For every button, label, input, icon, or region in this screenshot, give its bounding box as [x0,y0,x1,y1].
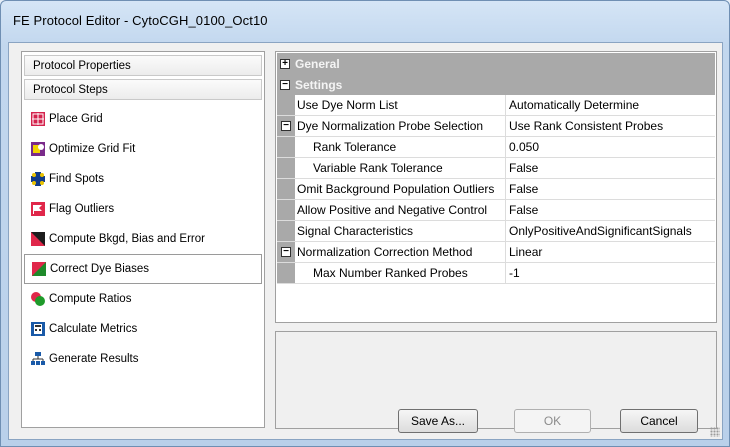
property-value[interactable]: Automatically Determine [506,95,715,115]
property-row[interactable]: Allow Positive and Negative Control Fals… [277,200,715,221]
protocol-editor-window: FE Protocol Editor - CytoCGH_0100_Oct10 … [0,0,730,447]
resize-grip-icon[interactable] [710,427,720,437]
row-gutter [277,95,295,115]
dialog-client-area: Protocol Properties Protocol Steps Place… [8,42,723,440]
property-value[interactable]: Linear [506,242,715,262]
step-label: Find Spots [49,173,104,185]
property-row[interactable]: Rank Tolerance 0.050 [277,137,715,158]
step-calculate-metrics[interactable]: Calculate Metrics [24,314,262,344]
place-grid-icon [30,112,46,126]
compute-ratios-icon [30,292,46,306]
category-label: Settings [295,77,343,92]
property-value[interactable]: False [506,200,715,220]
generate-results-icon [30,352,46,366]
row-gutter: − [277,242,295,262]
row-gutter [277,263,295,283]
row-gutter [277,179,295,199]
property-name: Dye Normalization Probe Selection [295,116,506,136]
window-title: FE Protocol Editor - CytoCGH_0100_Oct10 [13,13,268,28]
property-row[interactable]: Max Number Ranked Probes -1 [277,263,715,284]
step-compute-bkgd[interactable]: Compute Bkgd, Bias and Error [24,224,262,254]
property-name: Use Dye Norm List [295,95,506,115]
compute-bkgd-icon [30,232,46,246]
property-grid-rows: + General − Settings Use Dye Norm List A… [277,53,715,284]
property-value[interactable]: False [506,158,715,178]
row-gutter [277,137,295,157]
collapse-icon[interactable]: − [280,79,290,90]
step-label: Generate Results [49,353,139,365]
calculate-metrics-icon [30,322,46,336]
property-value[interactable]: 0.050 [506,137,715,157]
property-row[interactable]: Use Dye Norm List Automatically Determin… [277,95,715,116]
step-compute-ratios[interactable]: Compute Ratios [24,284,262,314]
property-name: Max Number Ranked Probes [295,263,506,283]
step-label: Flag Outliers [49,203,115,215]
find-spots-icon [30,172,46,186]
step-label: Correct Dye Biases [50,263,150,275]
expand-icon[interactable]: + [280,58,290,69]
property-row[interactable]: − Normalization Correction Method Linear [277,242,715,263]
category-label: General [295,56,340,71]
property-name: Signal Characteristics [295,221,506,241]
step-label: Place Grid [49,113,103,125]
property-name: Normalization Correction Method [295,242,506,262]
step-label: Optimize Grid Fit [49,143,136,155]
row-gutter [277,200,295,220]
step-flag-outliers[interactable]: Flag Outliers [24,194,262,224]
property-row[interactable]: − Dye Normalization Probe Selection Use … [277,116,715,137]
step-label: Calculate Metrics [49,323,138,335]
title-bar[interactable]: FE Protocol Editor - CytoCGH_0100_Oct10 [1,1,729,41]
property-grid: + General − Settings Use Dye Norm List A… [275,51,717,323]
property-name: Rank Tolerance [295,137,506,157]
property-name: Allow Positive and Negative Control [295,200,506,220]
step-place-grid[interactable]: Place Grid [24,104,262,134]
step-find-spots[interactable]: Find Spots [24,164,262,194]
category-settings[interactable]: − Settings [277,74,715,95]
property-row[interactable]: Omit Background Population Outliers Fals… [277,179,715,200]
protocol-properties-header[interactable]: Protocol Properties [24,55,262,76]
step-correct-dye-biases[interactable]: Correct Dye Biases [24,254,262,284]
row-gutter [277,158,295,178]
property-value[interactable]: -1 [506,263,715,283]
step-label: Compute Ratios [49,293,132,305]
category-general[interactable]: + General [277,53,715,74]
property-value[interactable]: False [506,179,715,199]
step-optimize-grid-fit[interactable]: Optimize Grid Fit [24,134,262,164]
collapse-icon[interactable]: − [281,121,291,131]
protocol-tree-panel: Protocol Properties Protocol Steps Place… [21,51,265,428]
correct-dye-biases-icon [31,262,47,276]
cancel-button[interactable]: Cancel [620,409,698,433]
property-name: Variable Rank Tolerance [295,158,506,178]
row-gutter [277,221,295,241]
step-label: Compute Bkgd, Bias and Error [49,233,205,245]
optimize-grid-fit-icon [30,142,46,156]
protocol-steps-list: Place Grid Optimize Grid Fit Find Spots [24,104,262,374]
property-name: Omit Background Population Outliers [295,179,506,199]
property-row[interactable]: Variable Rank Tolerance False [277,158,715,179]
save-as-button[interactable]: Save As... [398,409,478,433]
property-row[interactable]: Signal Characteristics OnlyPositiveAndSi… [277,221,715,242]
property-value[interactable]: Use Rank Consistent Probes [506,116,715,136]
collapse-icon[interactable]: − [281,247,291,257]
step-generate-results[interactable]: Generate Results [24,344,262,374]
ok-button[interactable]: OK [514,409,591,433]
flag-outliers-icon [30,202,46,216]
row-gutter: − [277,116,295,136]
property-value[interactable]: OnlyPositiveAndSignificantSignals [506,221,715,241]
protocol-steps-header[interactable]: Protocol Steps [24,79,262,100]
